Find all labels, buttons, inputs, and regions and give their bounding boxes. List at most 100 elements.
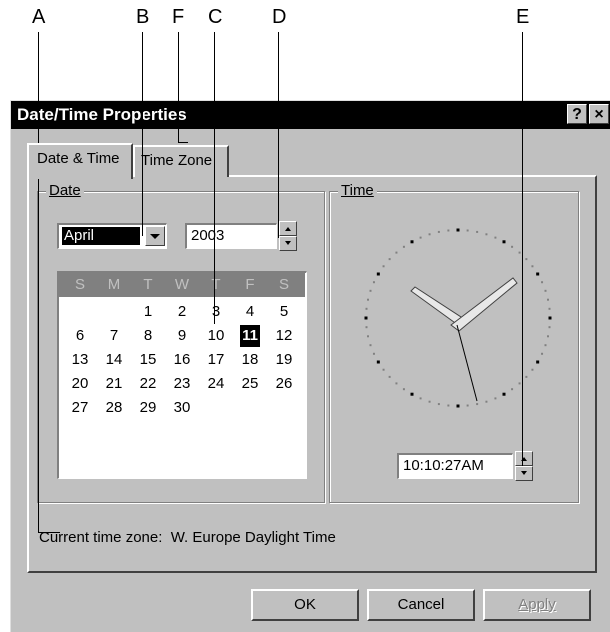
calendar-day[interactable]: 18: [233, 349, 267, 371]
clock-minute-mark: [447, 229, 450, 232]
time-up-button[interactable]: [515, 451, 533, 466]
clock-minute-mark: [531, 265, 534, 268]
calendar-day[interactable]: 19: [267, 349, 301, 371]
calendar-day[interactable]: 29: [131, 397, 165, 419]
date-time-properties-window: Date/Time Properties ? × Date & Time Tim…: [10, 100, 610, 632]
current-time-zone-text: Current time zone: W. Europe Daylight Ti…: [39, 529, 336, 546]
calendar-day[interactable]: 16: [165, 349, 199, 371]
month-dropdown-button[interactable]: [145, 226, 165, 246]
clock-hour-mark: [456, 404, 460, 408]
calendar-day[interactable]: 21: [97, 373, 131, 395]
clock-minute-mark: [388, 258, 391, 261]
tab-date-time[interactable]: Date & Time: [27, 143, 133, 179]
calendar-day[interactable]: 22: [131, 373, 165, 395]
calendar-day[interactable]: 5: [267, 301, 301, 323]
clock-hour-mark: [536, 272, 540, 276]
apply-button[interactable]: Apply: [483, 589, 591, 621]
weekday-label: T: [211, 276, 221, 293]
clock-minute-mark: [419, 397, 422, 400]
calendar-day[interactable]: 10: [199, 325, 233, 347]
clock-minute-mark: [511, 388, 514, 391]
year-input[interactable]: 2003: [185, 223, 277, 249]
callout-e: E: [516, 6, 530, 28]
clock-minute-mark: [447, 404, 450, 407]
year-spinner[interactable]: [279, 221, 297, 251]
clock-minute-mark: [511, 245, 514, 248]
calendar-day[interactable]: 12: [267, 325, 301, 347]
clock-minute-mark: [382, 368, 385, 371]
calendar-day[interactable]: 26: [267, 373, 301, 395]
clock-minute-mark: [437, 403, 440, 406]
time-value: 10:10:27AM: [403, 457, 484, 474]
calendar-day[interactable]: 15: [131, 349, 165, 371]
calendar-day[interactable]: 11: [240, 325, 260, 347]
calendar-day[interactable]: 2: [165, 301, 199, 323]
calendar-day[interactable]: 30: [165, 397, 199, 419]
callout-c: C: [208, 6, 223, 28]
clock-minute-mark: [485, 400, 488, 403]
calendar-day[interactable]: 20: [63, 373, 97, 395]
clock-minute-mark: [372, 281, 375, 284]
clock-minute-mark: [365, 307, 368, 310]
time-spinner[interactable]: [515, 451, 533, 481]
cancel-button-label: Cancel: [397, 596, 445, 613]
clock-minute-mark: [494, 397, 497, 400]
calendar-day[interactable]: 17: [199, 349, 233, 371]
calendar-day[interactable]: 8: [131, 325, 165, 347]
chevron-down-icon: [150, 234, 160, 239]
calendar-day[interactable]: 13: [63, 349, 97, 371]
clock-hour-mark: [536, 360, 540, 364]
calendar-weekday-header: SMTWTFS: [59, 273, 305, 297]
title-bar[interactable]: Date/Time Properties ? ×: [11, 101, 610, 129]
clock-minute-mark: [437, 230, 440, 233]
year-down-button[interactable]: [279, 236, 297, 251]
calendar-day[interactable]: 24: [199, 373, 233, 395]
clock-minute-mark: [531, 368, 534, 371]
leader-f-tip: [178, 142, 188, 143]
leader-a: [38, 32, 39, 532]
calendar-day[interactable]: 4: [233, 301, 267, 323]
leader-a-tip: [38, 532, 60, 533]
clock-minute-mark: [546, 335, 549, 338]
month-dropdown[interactable]: April: [57, 223, 167, 249]
clock-minute-mark: [388, 375, 391, 378]
help-button[interactable]: ?: [567, 104, 587, 124]
calendar-day[interactable]: 27: [63, 397, 97, 419]
year-up-button[interactable]: [279, 221, 297, 236]
calendar-day[interactable]: 1: [131, 301, 165, 323]
clock-minute-mark: [369, 344, 372, 347]
clock-hour-mark: [502, 240, 506, 244]
calendar-day[interactable]: 28: [97, 397, 131, 419]
calendar-day[interactable]: 14: [97, 349, 131, 371]
calendar-day[interactable]: 23: [165, 373, 199, 395]
clock-minute-mark: [476, 403, 479, 406]
ok-button[interactable]: OK: [251, 589, 359, 621]
calendar-day[interactable]: 3: [199, 301, 233, 323]
window-title: Date/Time Properties: [17, 105, 187, 124]
clock-minute-mark: [544, 344, 547, 347]
calendar-day[interactable]: 25: [233, 373, 267, 395]
calendar-day[interactable]: 7: [97, 325, 131, 347]
calendar-day[interactable]: 9: [165, 325, 199, 347]
clock-hour-mark: [410, 240, 414, 244]
callout-a: A: [32, 6, 46, 28]
time-down-button[interactable]: [515, 466, 533, 481]
arrow-down-icon: [521, 471, 527, 475]
cancel-button[interactable]: Cancel: [367, 589, 475, 621]
clock-minute-mark: [428, 400, 431, 403]
clock-minute-mark: [548, 307, 551, 310]
time-input[interactable]: 10:10:27AM: [397, 453, 513, 479]
clock-minute-mark: [541, 281, 544, 284]
clock-minute-mark: [518, 251, 521, 254]
callout-d: D: [272, 6, 287, 28]
clock-hour-mark: [376, 360, 380, 364]
arrow-up-icon: [285, 227, 291, 231]
close-button[interactable]: ×: [589, 104, 609, 124]
clock-minute-mark: [402, 245, 405, 248]
time-group-label: Time: [338, 182, 377, 199]
clock-minute-mark: [518, 382, 521, 385]
weekday-label: F: [245, 276, 255, 293]
clock-minute-mark: [372, 352, 375, 355]
calendar-day[interactable]: 6: [63, 325, 97, 347]
clock-minute-mark: [419, 236, 422, 239]
